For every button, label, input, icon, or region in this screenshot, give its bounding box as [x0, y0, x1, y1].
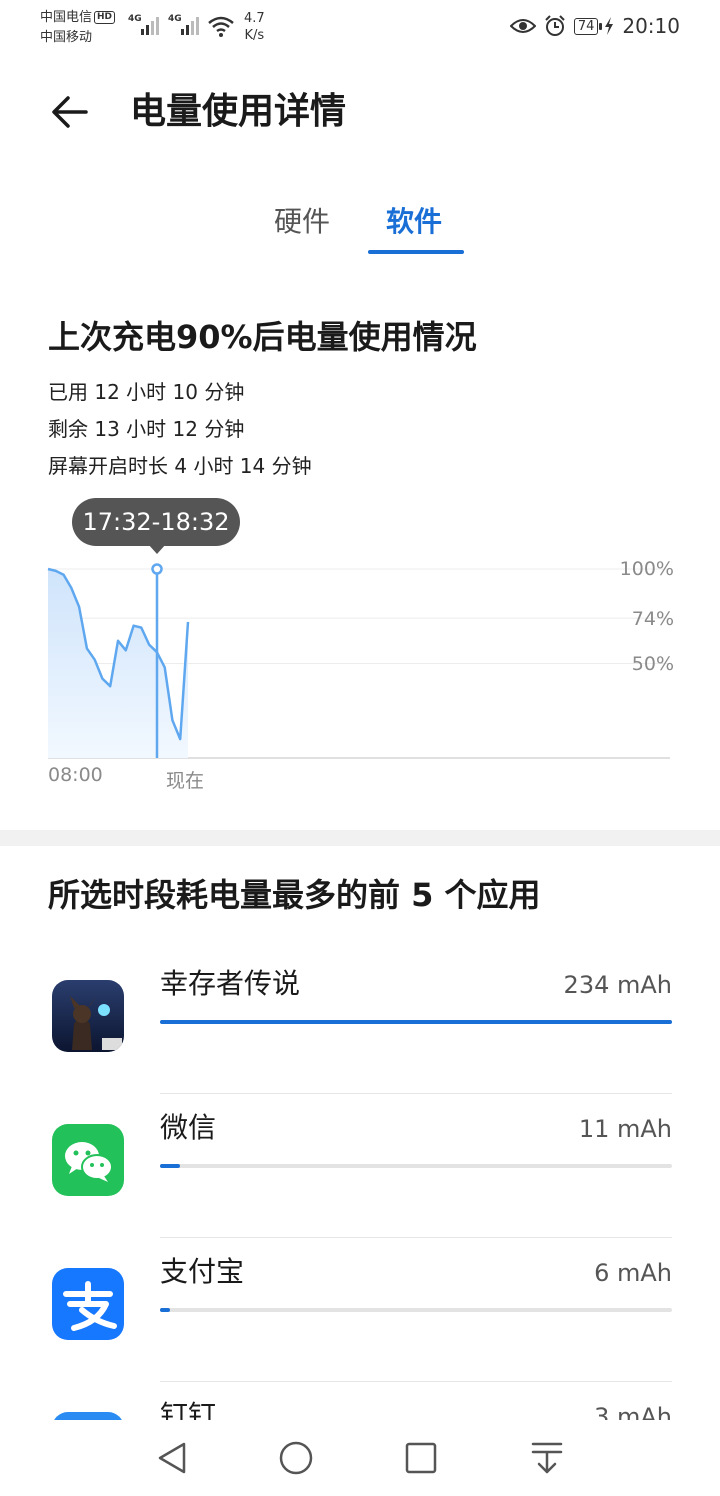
chart-plot — [47, 563, 670, 759]
back-icon[interactable] — [152, 1438, 192, 1478]
usage-bar-fill — [160, 1020, 672, 1024]
carrier-2: 中国移动 — [40, 30, 93, 45]
signal-bars-icon — [181, 17, 199, 35]
battery-chart[interactable]: 17:32-18:32 100% 74% 50% 08:00 现在 — [0, 490, 720, 810]
game-icon — [52, 980, 124, 1052]
clock: 20:10 — [622, 14, 680, 38]
battery-indicator: 74 — [573, 17, 603, 35]
battery-level: 74 — [573, 17, 599, 35]
tab-bar: 硬件 软件 — [0, 196, 720, 256]
y-tick-label: 100% — [619, 558, 674, 580]
app-row[interactable]: 幸存者传说 234 mAh — [0, 950, 720, 1094]
wifi-icon — [208, 16, 234, 37]
app-name: 支付宝 — [160, 1255, 245, 1288]
status-right: 74 20:10 — [509, 12, 680, 40]
app-usage-value: 234 mAh — [563, 971, 672, 999]
signal-bars-icon — [141, 17, 159, 35]
system-nav-bar — [0, 1420, 720, 1496]
carrier-1: 中国电信 — [40, 10, 93, 25]
app-row[interactable]: 支付宝 6 mAh — [0, 1238, 720, 1382]
highlight-marker-dot — [151, 563, 163, 575]
tab-active-indicator — [368, 250, 464, 254]
page-title: 电量使用详情 — [130, 91, 347, 132]
battery-tip — [599, 22, 603, 30]
recents-icon[interactable] — [401, 1438, 441, 1478]
x-tick-label: 08:00 — [48, 764, 103, 786]
hd-badge: HD — [94, 11, 116, 24]
tab-hardware[interactable]: 硬件 — [274, 202, 330, 242]
top-apps-title: 所选时段耗电量最多的前 5 个应用 — [48, 876, 541, 914]
app-row[interactable]: 微信 11 mAh — [0, 1094, 720, 1238]
usage-screen-on: 屏幕开启时长 4 小时 14 分钟 — [48, 454, 312, 478]
wechat-icon — [52, 1124, 124, 1196]
notification-icon[interactable] — [527, 1438, 567, 1478]
usage-bar-fill — [160, 1308, 171, 1312]
carrier-info: 中国电信 HD 中国移动 — [40, 8, 116, 48]
usage-remaining: 剩余 13 小时 12 分钟 — [48, 417, 245, 441]
usage-used: 已用 12 小时 10 分钟 — [48, 380, 245, 404]
usage-bar-fill — [160, 1164, 181, 1168]
net-speed: 4.7 K/s — [244, 10, 265, 44]
alipay-icon — [52, 1268, 124, 1340]
app-name: 幸存者传说 — [160, 967, 301, 1000]
app-name: 微信 — [160, 1111, 217, 1144]
eye-icon — [509, 19, 536, 33]
section-divider — [0, 830, 720, 846]
net-speed-unit: K/s — [244, 28, 265, 43]
y-tick-label: 50% — [631, 653, 674, 675]
app-header: 电量使用详情 — [0, 76, 720, 148]
app-usage-value: 6 mAh — [594, 1259, 672, 1287]
usage-bar — [160, 1308, 672, 1312]
app-usage-value: 11 mAh — [578, 1115, 672, 1143]
tab-software[interactable]: 软件 — [386, 202, 442, 242]
alarm-icon — [545, 15, 565, 36]
status-bar: 中国电信 HD 中国移动 4G 4G 4.7 K/s 74 20:10 — [0, 0, 720, 56]
x-tick-label: 现在 — [166, 770, 205, 792]
usage-bar — [160, 1164, 672, 1168]
usage-summary-title: 上次充电90%后电量使用情况 — [48, 318, 477, 356]
charging-icon — [605, 17, 614, 35]
net-speed-value: 4.7 — [244, 11, 265, 26]
y-tick-label: 74% — [631, 608, 674, 630]
usage-bar — [160, 1020, 672, 1024]
home-icon[interactable] — [276, 1438, 316, 1478]
arrow-left-icon[interactable] — [48, 90, 92, 134]
